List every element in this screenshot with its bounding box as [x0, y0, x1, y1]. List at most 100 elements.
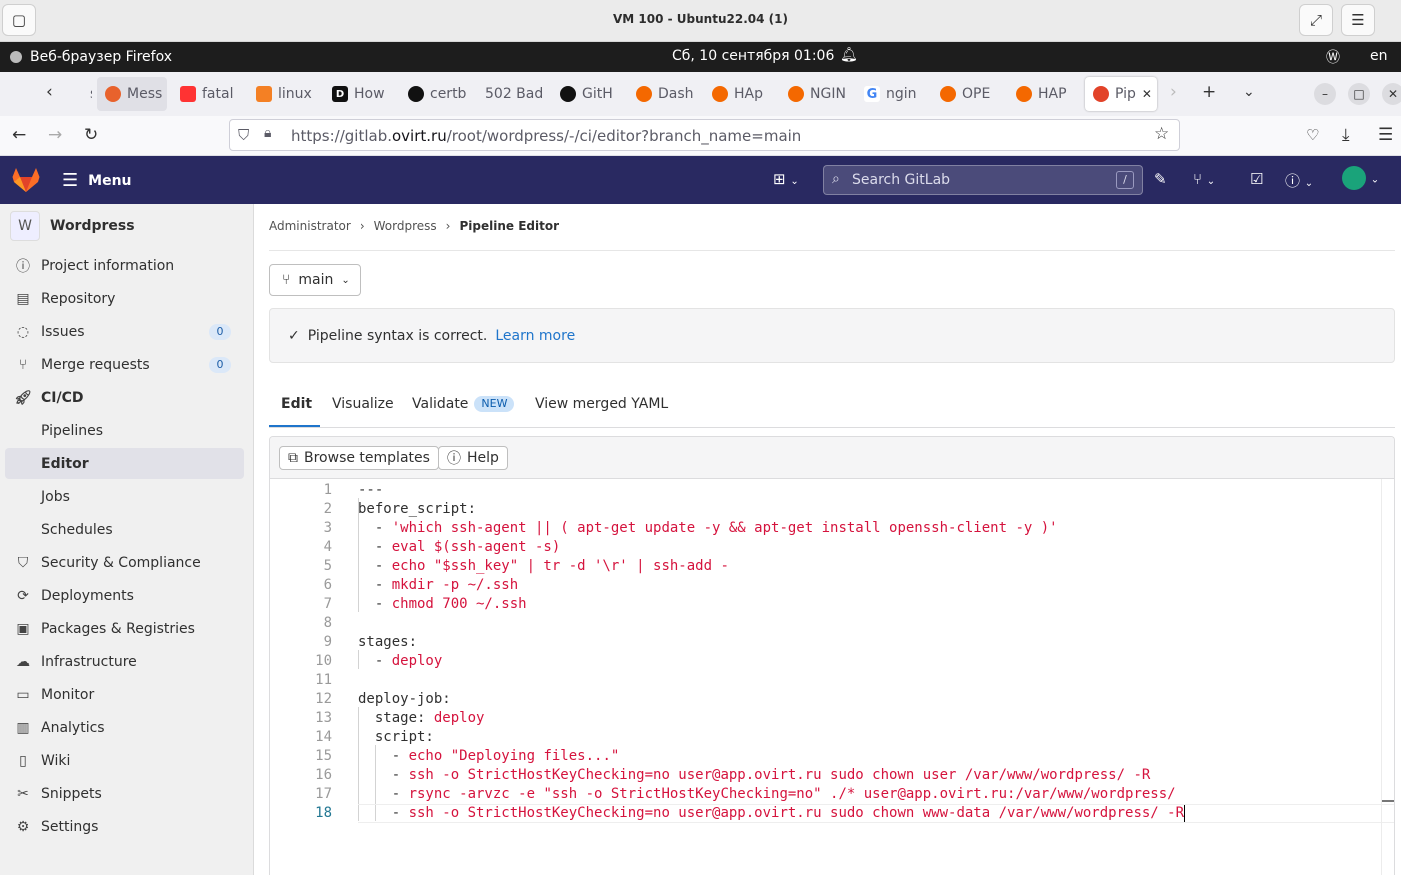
breadcrumb-wordpress[interactable]: Wordpress	[374, 219, 437, 233]
pocket-icon[interactable]: ♡	[1306, 126, 1319, 144]
new-tab-icon[interactable]: +	[1202, 82, 1216, 102]
todos-icon[interactable]: ☑	[1250, 170, 1263, 188]
browser-tab[interactable]: GitH	[552, 77, 622, 111]
gitlab-logo-icon[interactable]	[12, 167, 40, 197]
code-line[interactable]: - rsync -arvzc -e "ssh -o StrictHostKeyC…	[358, 785, 1176, 804]
issues-header-icon[interactable]: ✎	[1154, 170, 1167, 188]
avatar[interactable]: ⌄	[1342, 166, 1379, 190]
close-tab-icon[interactable]: ✕	[1142, 87, 1152, 101]
menu-button[interactable]: ☰ Menu	[62, 170, 132, 191]
list-tabs-icon[interactable]: ⌄	[1243, 84, 1255, 100]
code-line[interactable]: - 'which ssh-agent || ( apt-get update -…	[358, 519, 1058, 538]
vm-menu-icon[interactable]: ☰	[1341, 4, 1375, 36]
code-line[interactable]: stages:	[358, 633, 417, 652]
merge-requests-header-icon[interactable]: ⑂ ⌄	[1193, 170, 1215, 188]
tab-edit[interactable]: Edit	[281, 396, 312, 412]
code-line[interactable]: - eval $(ssh-agent -s)	[358, 538, 560, 557]
code-plain: -	[358, 596, 392, 612]
browser-tab[interactable]: D How	[324, 77, 394, 111]
editor-scrollbar[interactable]	[1381, 479, 1394, 875]
bookmark-star-icon[interactable]: ☆	[1154, 124, 1169, 144]
code-line[interactable]: - mkdir -p ~/.ssh	[358, 576, 518, 595]
back-icon[interactable]: ←	[12, 125, 26, 145]
sidebar-item-security-compliance[interactable]: ⛉ Security & Compliance	[5, 547, 244, 578]
breadcrumb-administrator[interactable]: Administrator	[269, 219, 351, 233]
search-input[interactable]: ⌕ Search GitLab /	[823, 165, 1143, 195]
code-line[interactable]: - echo "$ssh_key" | tr -d '\r' | ssh-add…	[358, 557, 729, 576]
browser-tab[interactable]: certb	[400, 77, 470, 111]
sidebar-item-settings[interactable]: ⚙ Settings	[5, 811, 244, 842]
browse-templates-button[interactable]: ⧉ Browse templates	[279, 446, 439, 470]
browser-tab[interactable]: fatal	[172, 77, 242, 111]
browser-tab[interactable]: linux	[248, 77, 318, 111]
language-indicator[interactable]: en	[1370, 48, 1388, 64]
browser-tab[interactable]: sib	[60, 77, 92, 111]
browser-tab[interactable]: 502 Bad	[477, 77, 547, 111]
address-bar[interactable]: ⛉ 🔒︎ https://gitlab.ovirt.ru/root/wordpr…	[229, 119, 1180, 151]
sidebar-item-issues[interactable]: ◌ Issues 0	[5, 316, 244, 347]
tab-validate[interactable]: Validate NEW	[412, 396, 515, 412]
app-menu-icon[interactable]: ☰	[1378, 125, 1393, 145]
activities-app[interactable]: Веб-браузер Firefox	[10, 49, 172, 65]
code-line[interactable]: - echo "Deploying files..."	[358, 747, 620, 766]
sidebar-item-pipelines[interactable]: Pipelines	[5, 415, 244, 446]
project-header[interactable]: W Wordpress	[10, 211, 135, 241]
browser-tab[interactable]: NGIN	[780, 77, 850, 111]
code-editor[interactable]: 1 --- 2 before_script: 3 - 'which ssh-agent …	[270, 479, 1394, 875]
scroll-thumb[interactable]	[1382, 800, 1394, 802]
tab-scroll-left-icon[interactable]: ‹	[46, 82, 53, 102]
sidebar-item-jobs[interactable]: Jobs	[5, 481, 244, 512]
minimize-icon[interactable]: –	[1314, 83, 1336, 105]
browser-tab[interactable]: HAP	[1008, 77, 1078, 111]
maximize-icon[interactable]: □	[1348, 83, 1370, 105]
sidebar-item-snippets[interactable]: ✂ Snippets	[5, 778, 244, 809]
sidebar-item-monitor[interactable]: ▭ Monitor	[5, 679, 244, 710]
sidebar-item-label: Jobs	[41, 488, 70, 505]
bell-icon[interactable]: 🔔︎	[840, 47, 858, 63]
sidebar-item-editor[interactable]: Editor	[5, 448, 244, 479]
shield-tracking-icon[interactable]: ⛉	[238, 126, 249, 144]
reload-icon[interactable]: ↻	[84, 125, 98, 145]
tab-scroll-right-icon[interactable]: ›	[1170, 82, 1177, 102]
sidebar-item-ci-cd[interactable]: 🚀︎ CI/CD	[5, 382, 244, 413]
sidebar-item-repository[interactable]: ▤ Repository	[5, 283, 244, 314]
tab-visualize[interactable]: Visualize	[332, 396, 394, 412]
code-line[interactable]: script:	[358, 728, 434, 747]
browser-tab[interactable]: Pip ✕	[1085, 77, 1157, 111]
code-line[interactable]: before_script:	[358, 500, 476, 519]
browser-tab[interactable]: Mess	[97, 77, 167, 111]
browser-tab[interactable]: Dash	[628, 77, 698, 111]
sidebar-item-analytics[interactable]: ▥ Analytics	[5, 712, 244, 743]
lock-icon[interactable]: 🔒︎	[264, 125, 271, 141]
new-item-icon[interactable]: ⊞ ⌄	[773, 170, 799, 188]
code-line[interactable]: - deploy	[358, 652, 442, 671]
code-line[interactable]: - ssh -o StrictHostKeyChecking=no user@a…	[358, 766, 1151, 785]
sidebar-item-wiki[interactable]: ▯ Wiki	[5, 745, 244, 776]
fullscreen-icon[interactable]: ⤢	[1299, 4, 1333, 36]
browser-tab[interactable]: Gngin	[856, 77, 926, 111]
sidebar-item-infrastructure[interactable]: ☁ Infrastructure	[5, 646, 244, 677]
accessibility-icon[interactable]: Ⓦ	[1326, 47, 1340, 67]
sidebar-item-merge-requests[interactable]: ⑂ Merge requests 0	[5, 349, 244, 380]
tab-view-merged-yaml[interactable]: View merged YAML	[535, 396, 668, 412]
code-line[interactable]: stage: deploy	[358, 709, 485, 728]
code-line[interactable]: - ssh -o StrictHostKeyChecking=no user@a…	[358, 804, 1184, 823]
browser-tab[interactable]: HAp	[704, 77, 774, 111]
sidebar-item-project-information[interactable]: ⓘ Project information	[5, 250, 244, 281]
downloads-icon[interactable]: ⤓	[1342, 125, 1350, 145]
browser-tab[interactable]: OPE	[932, 77, 1002, 111]
breadcrumb-current[interactable]: Pipeline Editor	[459, 219, 559, 233]
sidebar-item-packages-registries[interactable]: ▣ Packages & Registries	[5, 613, 244, 644]
learn-more-link[interactable]: Learn more	[495, 328, 575, 344]
clock[interactable]: Сб, 10 сентября 01:06	[672, 48, 834, 64]
forward-icon[interactable]: →	[48, 125, 62, 145]
close-window-icon[interactable]: ✕	[1382, 83, 1401, 105]
help-button[interactable]: ⓘ Help	[438, 446, 508, 470]
help-icon[interactable]: ⓘ ⌄	[1285, 170, 1313, 191]
branch-selector[interactable]: ⑂ main ⌄	[269, 264, 361, 296]
sidebar-item-deployments[interactable]: ⟳ Deployments	[5, 580, 244, 611]
code-line[interactable]: - chmod 700 ~/.ssh	[358, 595, 527, 614]
sidebar-item-schedules[interactable]: Schedules	[5, 514, 244, 545]
code-line[interactable]: deploy-job:	[358, 690, 451, 709]
code-line[interactable]: ---	[358, 481, 383, 500]
